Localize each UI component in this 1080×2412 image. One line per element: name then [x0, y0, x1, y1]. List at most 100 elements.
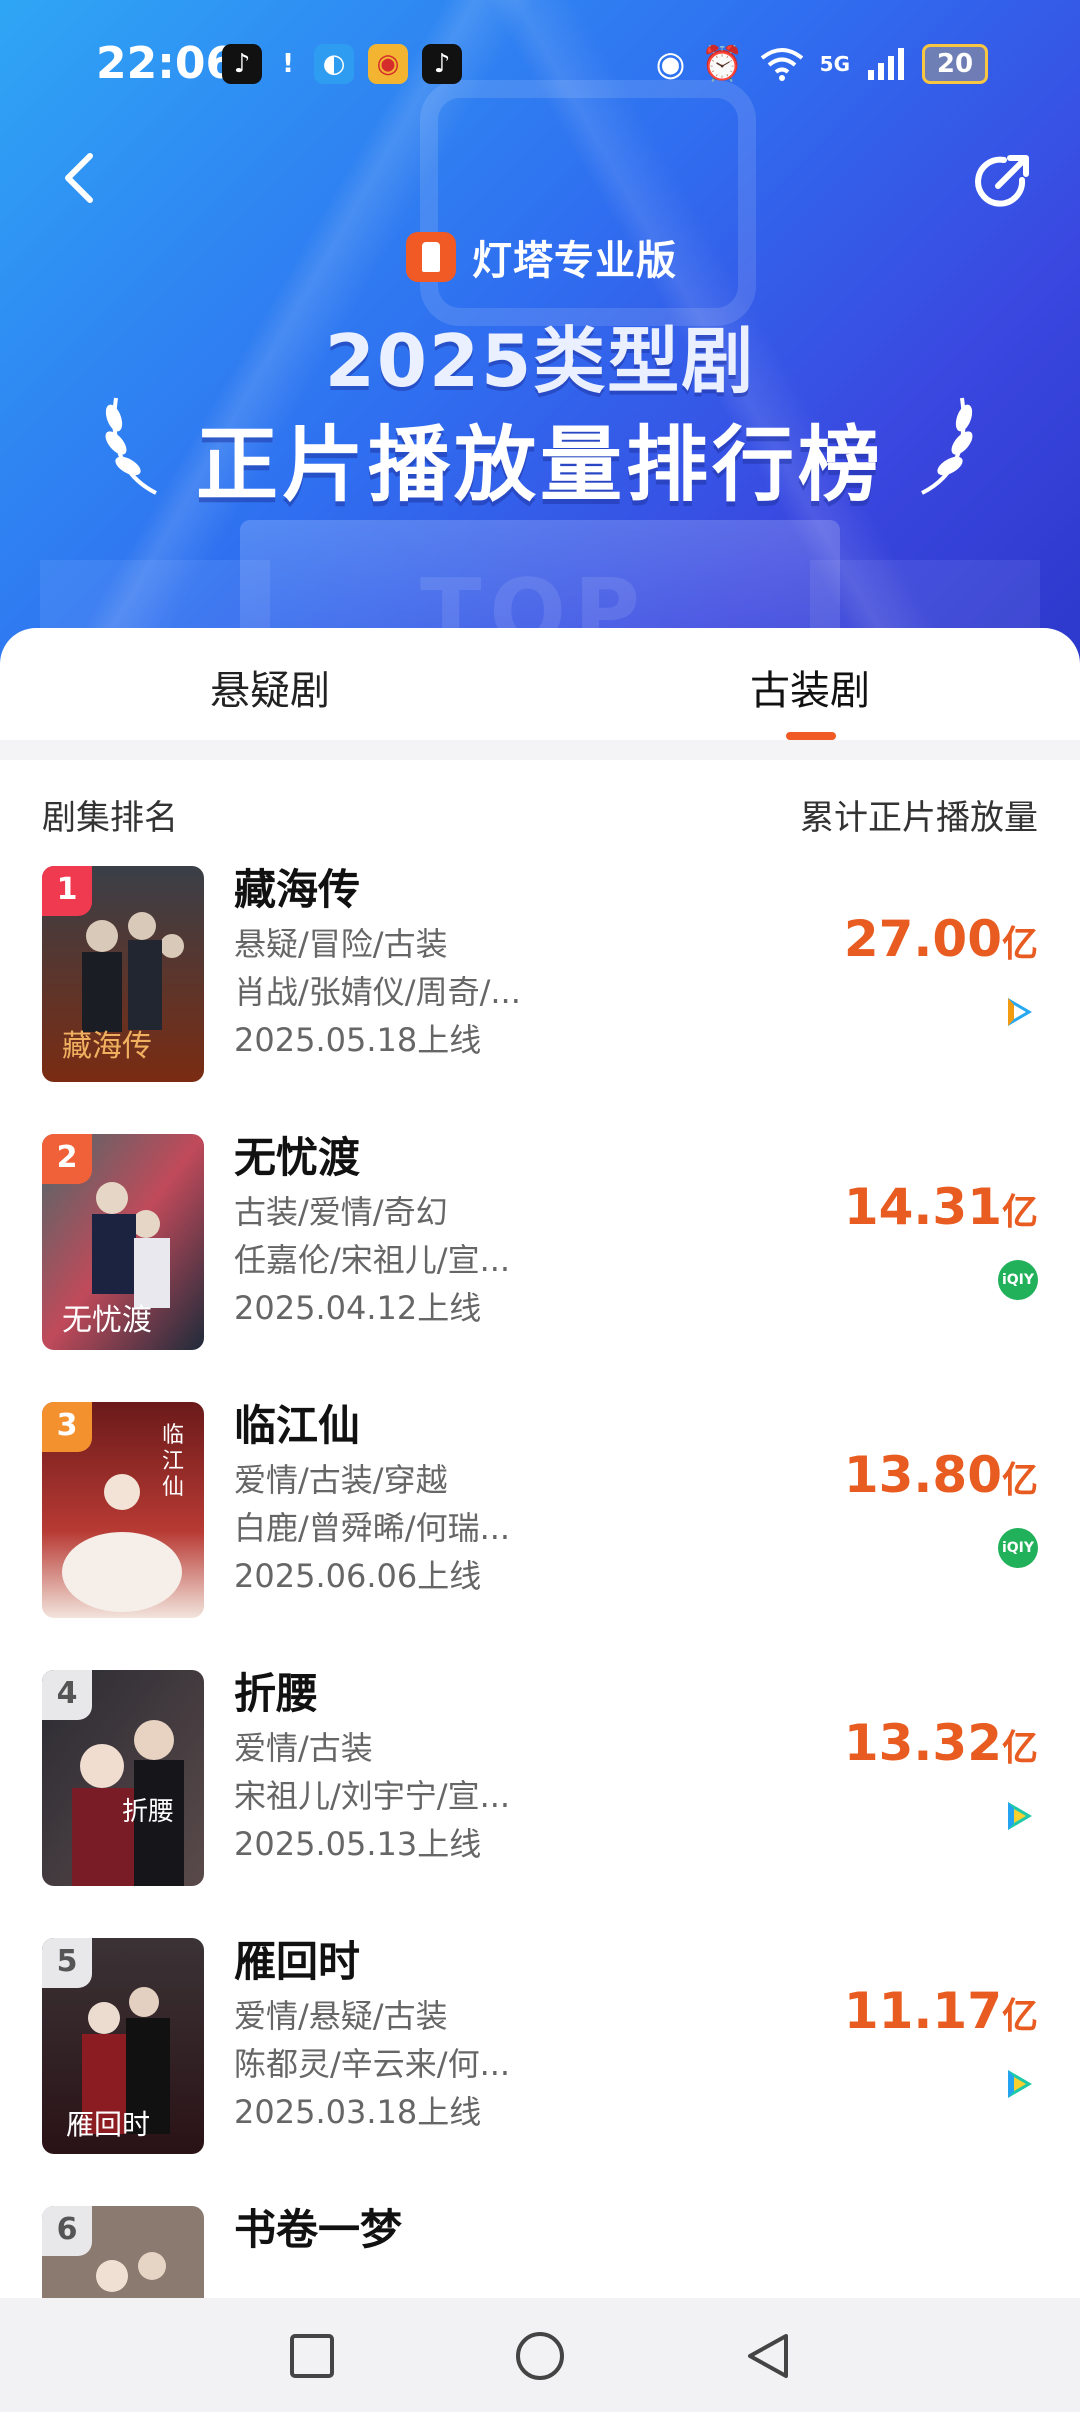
release-date: 2025.06.06上线: [234, 1557, 482, 1595]
view-count-number: 27.00: [843, 910, 1002, 968]
view-count-number: 11.17: [843, 1982, 1002, 2040]
poster-image: 折腰 4: [42, 1670, 204, 1886]
network-label: 5G: [819, 52, 850, 76]
poster-image: 无忧渡 2: [42, 1134, 204, 1350]
drama-cast: 肖战/张婧仪/周奇/...: [234, 973, 521, 1011]
view-count: 13.32亿: [844, 1714, 1038, 1772]
item-info: 折腰 爱情/古装 宋祖儿/刘宇宁/宣... 2025.05.13上线: [234, 1664, 794, 1868]
svg-text:仙: 仙: [162, 1475, 184, 1500]
tiktok-icon: ♪: [222, 44, 262, 84]
youku-icon: [998, 1796, 1038, 1836]
item-info: 临江仙 爱情/古装/穿越 白鹿/曾舜晞/何瑞... 2025.06.06上线: [234, 1396, 794, 1600]
warning-icon: !: [282, 49, 294, 79]
drama-genres: 爱情/古装: [234, 1729, 373, 1767]
poster-image: 6: [42, 2206, 204, 2298]
list-item[interactable]: 6 书卷一梦: [24, 2200, 1056, 2298]
divider: [0, 740, 1080, 760]
youku-icon: [998, 2064, 1038, 2104]
ranking-list: 藏海传 1 藏海传 悬疑/冒险/古装 肖战/张婧仪/周奇/... 2025.05…: [24, 860, 1056, 2298]
list-item[interactable]: 折腰 4 折腰 爱情/古装 宋祖儿/刘宇宁/宣... 2025.05.13上线 …: [24, 1664, 1056, 1932]
rank-badge: 6: [42, 2206, 92, 2256]
status-bar: 22:06 ♪ ! ◐ ◉ ♪ ◉ ⏰ 5G 20: [0, 0, 1080, 130]
signal-icon: [868, 48, 904, 80]
status-time: 22:06: [96, 38, 237, 89]
drama-title: 无忧渡: [234, 1133, 361, 1182]
eye-icon: ◉: [655, 44, 686, 84]
share-icon[interactable]: [970, 150, 1034, 214]
rank-badge: 1: [42, 866, 92, 916]
item-info: 雁回时 爱情/悬疑/古装 陈都灵/辛云来/何... 2025.03.18上线: [234, 1932, 794, 2136]
release-date: 2025.03.18上线: [234, 2093, 482, 2131]
svg-text:藏海传: 藏海传: [62, 1029, 152, 1064]
drama-genres: 悬疑/冒险/古装: [234, 925, 448, 963]
tab-indicator: [786, 732, 836, 740]
release-date: 2025.05.13上线: [234, 1825, 482, 1863]
column-views-label: 累计正片播放量: [800, 798, 1038, 838]
browser-icon: ◐: [314, 44, 354, 84]
recents-icon[interactable]: [284, 2328, 340, 2384]
view-count-unit: 亿: [1001, 924, 1038, 965]
back-icon[interactable]: [52, 150, 108, 206]
list-item[interactable]: 雁回时 5 雁回时 爱情/悬疑/古装 陈都灵/辛云来/何... 2025.03.…: [24, 1932, 1056, 2200]
rank-badge: 4: [42, 1670, 92, 1720]
system-nav-bar: [0, 2298, 1080, 2412]
svg-text:雁回时: 雁回时: [66, 2108, 150, 2141]
tab-costume[interactable]: 古装剧: [660, 658, 960, 716]
tab-bar: 悬疑剧 古装剧: [0, 628, 1080, 740]
view-count: 13.80亿: [844, 1446, 1038, 1504]
home-icon[interactable]: [512, 2328, 568, 2384]
rank-badge: 2: [42, 1134, 92, 1184]
view-count-number: 13.32: [843, 1714, 1002, 1772]
laurel-right-icon: [921, 397, 973, 495]
list-item[interactable]: 藏海传 1 藏海传 悬疑/冒险/古装 肖战/张婧仪/周奇/... 2025.05…: [24, 860, 1056, 1128]
poster-image: 雁回时 5: [42, 1938, 204, 2154]
release-date: 2025.04.12上线: [234, 1289, 482, 1327]
drama-cast: 宋祖儿/刘宇宁/宣...: [234, 1777, 511, 1815]
brand-name: 灯塔专业版: [472, 238, 677, 284]
drama-genres: 爱情/古装/穿越: [234, 1461, 448, 1499]
drama-title: 雁回时: [234, 1937, 361, 1986]
drama-genres: 爱情/悬疑/古装: [234, 1997, 448, 2035]
notification-icons: ♪ ! ◐ ◉ ♪: [222, 44, 462, 84]
view-count-unit: 亿: [1001, 1996, 1038, 2037]
svg-text:折腰: 折腰: [122, 1797, 174, 1827]
back-nav-icon[interactable]: [740, 2328, 796, 2384]
drama-cast: 任嘉伦/宋祖儿/宣...: [234, 1241, 511, 1279]
drama-genres: 古装/爱情/奇幻: [234, 1193, 448, 1231]
brand: 灯塔专业版: [406, 228, 677, 286]
column-rank-label: 剧集排名: [42, 798, 178, 838]
view-count: 14.31亿: [844, 1178, 1038, 1236]
tab-mystery[interactable]: 悬疑剧: [120, 658, 420, 716]
iqiyi-icon: iQIY: [998, 1260, 1038, 1300]
lighthouse-logo-icon: [406, 232, 456, 282]
drama-title: 折腰: [234, 1669, 319, 1718]
drama-cast: 陈都灵/辛云来/何...: [234, 2045, 511, 2083]
svg-text:临: 临: [162, 1423, 184, 1448]
alarm-icon: ⏰: [701, 44, 744, 84]
view-count: 27.00亿: [844, 910, 1038, 968]
svg-text:无忧渡: 无忧渡: [62, 1303, 152, 1338]
drama-title: 书卷一梦: [234, 2205, 403, 2254]
view-count-number: 13.80: [843, 1446, 1002, 1504]
item-info: 藏海传 悬疑/冒险/古装 肖战/张婧仪/周奇/... 2025.05.18上线: [234, 860, 794, 1064]
drama-title: 藏海传: [234, 865, 361, 914]
drama-cast: 白鹿/曾舜晞/何瑞...: [234, 1509, 511, 1547]
battery-indicator: 20: [922, 44, 988, 84]
view-count: 11.17亿: [844, 1982, 1038, 2040]
release-date: 2025.05.18上线: [234, 1021, 482, 1059]
drama-title: 临江仙: [234, 1401, 361, 1450]
ranking-card: 悬疑剧 古装剧 剧集排名 累计正片播放量 藏海传 1 藏海传 悬疑/冒险/古装: [0, 628, 1080, 2298]
svg-text:江: 江: [162, 1449, 184, 1474]
system-icons: ◉ ⏰ 5G 20: [656, 44, 988, 84]
iqiyi-icon: iQIY: [998, 1528, 1038, 1568]
item-info: 无忧渡 古装/爱情/奇幻 任嘉伦/宋祖儿/宣... 2025.04.12上线: [234, 1128, 794, 1332]
view-count-unit: 亿: [1001, 1460, 1038, 1501]
item-info: 书卷一梦: [234, 2200, 794, 2260]
view-count-unit: 亿: [1001, 1728, 1038, 1769]
list-item[interactable]: 无忧渡 2 无忧渡 古装/爱情/奇幻 任嘉伦/宋祖儿/宣... 2025.04.…: [24, 1128, 1056, 1396]
view-count-number: 14.31: [843, 1178, 1002, 1236]
tiktok-icon: ♪: [422, 44, 462, 84]
list-item[interactable]: 临 江 仙 3 临江仙 爱情/古装/穿越 白鹿/曾舜晞/何瑞... 2025.0…: [24, 1396, 1056, 1664]
poster-image: 藏海传 1: [42, 866, 204, 1082]
view-count-unit: 亿: [1001, 1192, 1038, 1233]
